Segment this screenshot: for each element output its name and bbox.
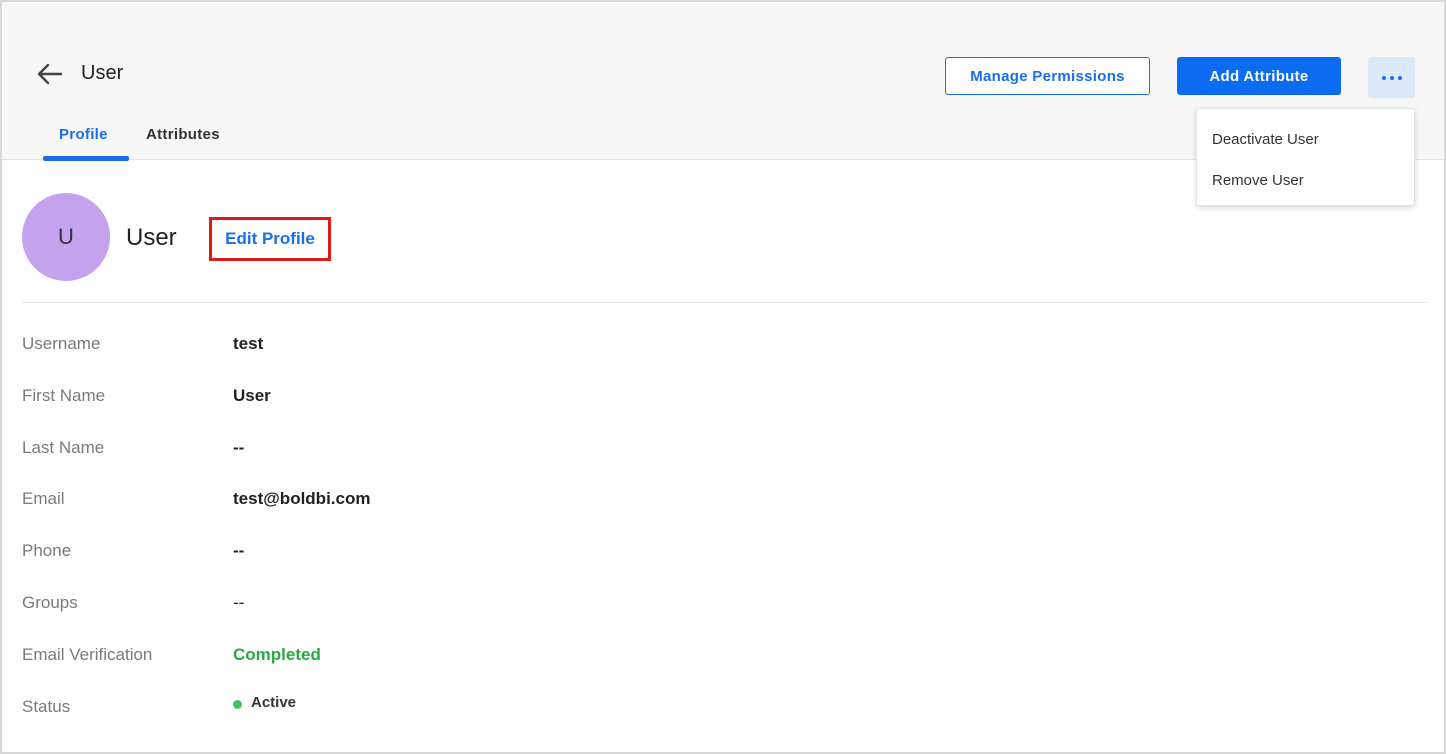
- more-options-menu: Deactivate User Remove User: [1196, 108, 1415, 206]
- menu-item-deactivate-user[interactable]: Deactivate User: [1212, 131, 1319, 148]
- ellipsis-icon: [1381, 75, 1402, 80]
- add-attribute-button[interactable]: Add Attribute: [1177, 57, 1341, 95]
- phone-value: --: [233, 541, 245, 560]
- avatar-initial: U: [58, 224, 74, 249]
- profile-name: User: [126, 224, 177, 251]
- avatar: U: [22, 193, 110, 281]
- email-verification-value: Completed: [233, 645, 321, 664]
- manage-permissions-button[interactable]: Manage Permissions: [945, 57, 1150, 95]
- groups-value: --: [233, 593, 245, 612]
- username-label: Username: [22, 334, 101, 353]
- status-badge: Active: [233, 694, 296, 711]
- status-label: Status: [22, 697, 71, 716]
- phone-label: Phone: [22, 541, 72, 560]
- tab-profile[interactable]: Profile: [59, 126, 108, 143]
- email-verification-label: Email Verification: [22, 645, 153, 664]
- more-options-button[interactable]: [1368, 57, 1415, 98]
- status-value: Active: [251, 694, 297, 711]
- menu-item-remove-user[interactable]: Remove User: [1212, 172, 1304, 189]
- tab-attributes[interactable]: Attributes: [146, 126, 220, 143]
- active-tab-indicator: [43, 156, 129, 161]
- groups-label: Groups: [22, 593, 78, 612]
- last-name-label: Last Name: [22, 438, 105, 457]
- first-name-label: First Name: [22, 386, 106, 405]
- email-value: test@boldbi.com: [233, 489, 371, 508]
- page-title: User: [81, 62, 124, 84]
- section-divider: [22, 302, 1428, 303]
- email-label: Email: [22, 489, 65, 508]
- last-name-value: --: [233, 438, 245, 457]
- status-dot-icon: [233, 699, 242, 709]
- first-name-value: User: [233, 386, 271, 405]
- arrow-left-icon: [37, 63, 63, 85]
- edit-profile-link[interactable]: Edit Profile: [209, 217, 331, 261]
- back-button[interactable]: [34, 58, 66, 90]
- user-profile-page: User Profile Attributes Manage Permissio…: [0, 0, 1446, 754]
- username-value: test: [233, 334, 264, 353]
